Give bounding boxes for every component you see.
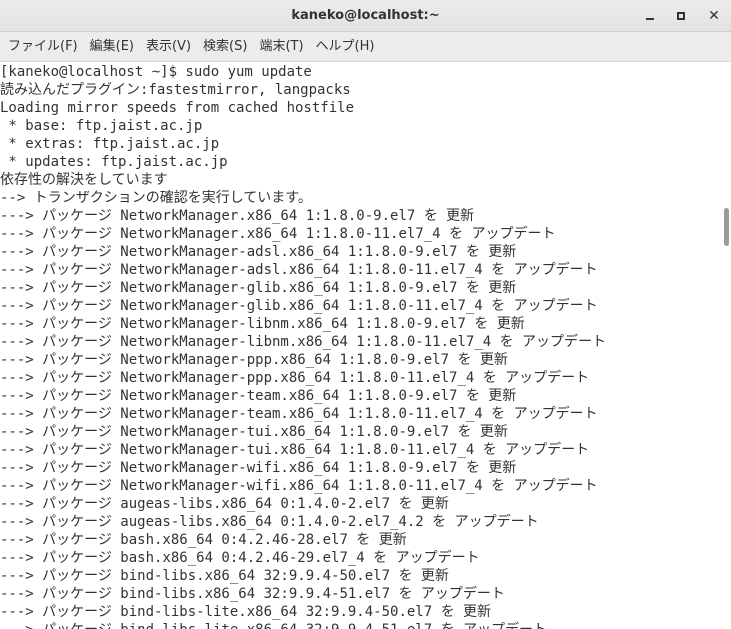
terminal-line: 依存性の解決をしています xyxy=(0,172,168,188)
terminal-line: ---> パッケージ NetworkManager-team.x86_64 1:… xyxy=(0,406,598,422)
title-bar[interactable]: kaneko@localhost:~ ✕ xyxy=(0,0,731,32)
menu-view[interactable]: 表示(V) xyxy=(140,33,197,61)
terminal-line: * base: ftp.jaist.ac.jp xyxy=(0,118,203,134)
terminal-line: ---> パッケージ NetworkManager-team.x86_64 1:… xyxy=(0,388,517,404)
terminal-line: ---> パッケージ NetworkManager-wifi.x86_64 1:… xyxy=(0,478,598,494)
terminal-line: --> トランザクションの確認を実行しています。 xyxy=(0,190,312,206)
minimize-icon xyxy=(646,17,654,20)
terminal-line: ---> パッケージ bind-libs-lite.x86_64 32:9.9.… xyxy=(0,604,492,620)
terminal-line: * updates: ftp.jaist.ac.jp xyxy=(0,154,228,170)
menu-help[interactable]: ヘルプ(H) xyxy=(310,33,381,61)
vertical-scrollbar[interactable] xyxy=(722,62,731,629)
terminal-line: ---> パッケージ bash.x86_64 0:4.2.46-28.el7 を… xyxy=(0,532,407,548)
maximize-icon xyxy=(677,12,685,20)
terminal-line: ---> パッケージ NetworkManager-ppp.x86_64 1:1… xyxy=(0,352,508,368)
terminal-line: ---> パッケージ NetworkManager-wifi.x86_64 1:… xyxy=(0,460,517,476)
terminal-line: ---> パッケージ NetworkManager.x86_64 1:1.8.0… xyxy=(0,226,556,242)
terminal-output[interactable]: [kaneko@localhost ~]$ sudo yum update 読み込… xyxy=(0,62,722,629)
terminal-line: ---> パッケージ bash.x86_64 0:4.2.46-29.el7_4… xyxy=(0,550,480,566)
close-icon: ✕ xyxy=(708,8,720,24)
terminal-line: ---> パッケージ NetworkManager-adsl.x86_64 1:… xyxy=(0,244,517,260)
terminal-line: ---> パッケージ NetworkManager-adsl.x86_64 1:… xyxy=(0,262,598,278)
terminal-line: ---> パッケージ NetworkManager-glib.x86_64 1:… xyxy=(0,280,517,296)
menu-bar: ファイル(F) 編集(E) 表示(V) 検索(S) 端末(T) ヘルプ(H) xyxy=(0,32,731,62)
window-title: kaneko@localhost:~ xyxy=(291,8,440,23)
terminal-line: ---> パッケージ NetworkManager-libnm.x86_64 1… xyxy=(0,316,525,332)
terminal-line: ---> パッケージ augeas-libs.x86_64 0:1.4.0-2.… xyxy=(0,514,539,530)
close-button[interactable]: ✕ xyxy=(703,5,725,27)
terminal-line: 読み込んだプラグイン:fastestmirror, langpacks xyxy=(0,82,351,98)
maximize-button[interactable] xyxy=(670,5,692,27)
terminal-line: ---> パッケージ NetworkManager-tui.x86_64 1:1… xyxy=(0,424,508,440)
terminal-line: ---> パッケージ NetworkManager-glib.x86_64 1:… xyxy=(0,298,598,314)
terminal-line: ---> パッケージ bind-libs-lite.x86_64 32:9.9.… xyxy=(0,621,722,629)
terminal-line: ---> パッケージ bind-libs.x86_64 32:9.9.4-51.… xyxy=(0,586,505,602)
terminal-window: kaneko@localhost:~ ✕ ファイル(F) 編集(E) 表示(V)… xyxy=(0,0,731,629)
terminal-line: ---> パッケージ augeas-libs.x86_64 0:1.4.0-2.… xyxy=(0,496,449,512)
terminal-line: * extras: ftp.jaist.ac.jp xyxy=(0,136,220,152)
terminal-line: Loading mirror speeds from cached hostfi… xyxy=(0,100,355,116)
terminal-line: ---> パッケージ NetworkManager-tui.x86_64 1:1… xyxy=(0,442,590,458)
menu-file[interactable]: ファイル(F) xyxy=(2,33,84,61)
menu-search[interactable]: 検索(S) xyxy=(197,33,253,61)
terminal-line: ---> パッケージ NetworkManager-libnm.x86_64 1… xyxy=(0,334,607,350)
terminal-line: ---> パッケージ NetworkManager-ppp.x86_64 1:1… xyxy=(0,370,590,386)
minimize-button[interactable] xyxy=(639,5,661,27)
menu-terminal[interactable]: 端末(T) xyxy=(253,33,309,61)
terminal-lines: [kaneko@localhost ~]$ sudo yum update 読み込… xyxy=(0,63,722,629)
terminal-line: ---> パッケージ NetworkManager.x86_64 1:1.8.0… xyxy=(0,208,475,224)
menu-edit[interactable]: 編集(E) xyxy=(84,33,140,61)
scrollbar-thumb[interactable] xyxy=(724,208,729,246)
terminal-line: ---> パッケージ bind-libs.x86_64 32:9.9.4-50.… xyxy=(0,568,449,584)
terminal-line: [kaneko@localhost ~]$ sudo yum update xyxy=(0,64,312,80)
